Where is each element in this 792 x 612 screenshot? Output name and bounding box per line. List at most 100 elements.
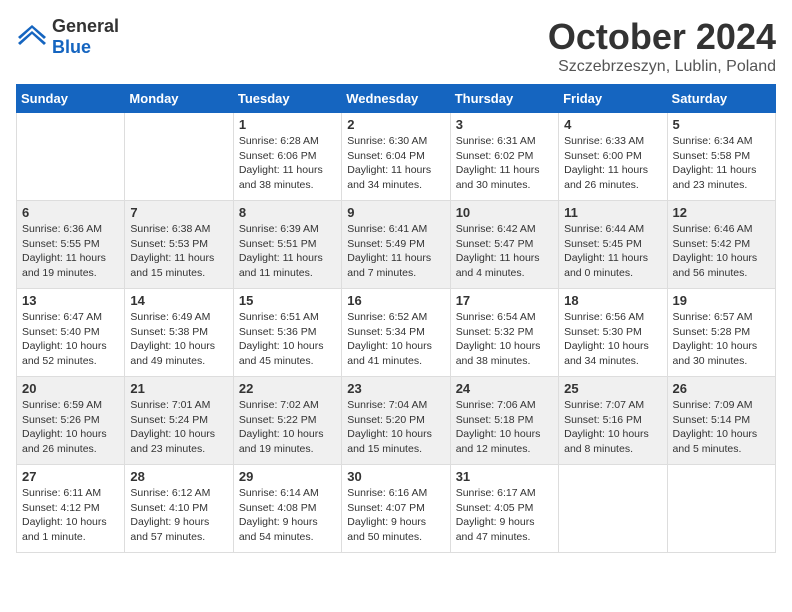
calendar-cell-w3-d5: 17 Sunrise: 6:54 AM Sunset: 5:32 PM Dayli… bbox=[450, 289, 558, 377]
weekday-header-sunday: Sunday bbox=[17, 85, 125, 113]
day-info: Sunrise: 6:31 AM Sunset: 6:02 PM Dayligh… bbox=[456, 134, 553, 193]
calendar-cell-w1-d6: 4 Sunrise: 6:33 AM Sunset: 6:00 PM Daylig… bbox=[559, 113, 667, 201]
day-number: 29 bbox=[239, 469, 336, 484]
calendar-cell-w4-d5: 24Sunrise: 7:06 AM Sunset: 5:18 PM Dayli… bbox=[450, 377, 558, 465]
day-info: Sunrise: 6:36 AM Sunset: 5:55 PM Dayligh… bbox=[22, 222, 119, 281]
calendar-cell-w4-d4: 23 Sunrise: 7:04 AM Sunset: 5:20 PM Dayli… bbox=[342, 377, 450, 465]
day-info: Sunrise: 6:56 AM Sunset: 5:30 PM Dayligh… bbox=[564, 310, 661, 369]
day-info: Sunrise: 6:52 AM Sunset: 5:34 PM Dayligh… bbox=[347, 310, 444, 369]
calendar-cell-w4-d2: 21Sunrise: 7:01 AM Sunset: 5:24 PM Dayli… bbox=[125, 377, 233, 465]
logo-general-text: General bbox=[52, 16, 119, 36]
day-number: 1 bbox=[239, 117, 336, 132]
logo-blue-text: Blue bbox=[52, 37, 91, 57]
day-info: Sunrise: 6:42 AM Sunset: 5:47 PM Dayligh… bbox=[456, 222, 553, 281]
day-number: 13 bbox=[22, 293, 119, 308]
week-row-4: 20Sunrise: 6:59 AM Sunset: 5:26 PM Dayli… bbox=[17, 377, 776, 465]
weekday-header-tuesday: Tuesday bbox=[233, 85, 341, 113]
calendar-cell-w4-d7: 26 Sunrise: 7:09 AM Sunset: 5:14 PM Dayli… bbox=[667, 377, 775, 465]
day-number: 28 bbox=[130, 469, 227, 484]
calendar-cell-w2-d5: 10 Sunrise: 6:42 AM Sunset: 5:47 PM Dayli… bbox=[450, 201, 558, 289]
day-number: 15 bbox=[239, 293, 336, 308]
calendar-cell-w5-d2: 28 Sunrise: 6:12 AM Sunset: 4:10 PM Dayli… bbox=[125, 465, 233, 553]
day-info: Sunrise: 6:47 AM Sunset: 5:40 PM Dayligh… bbox=[22, 310, 119, 369]
location-title: Szczebrzeszyn, Lublin, Poland bbox=[548, 58, 776, 76]
day-number: 9 bbox=[347, 205, 444, 220]
calendar-cell-w5-d5: 31Sunrise: 6:17 AM Sunset: 4:05 PM Dayli… bbox=[450, 465, 558, 553]
day-number: 26 bbox=[673, 381, 770, 396]
weekday-header-row: SundayMondayTuesdayWednesdayThursdayFrid… bbox=[17, 85, 776, 113]
day-info: Sunrise: 6:38 AM Sunset: 5:53 PM Dayligh… bbox=[130, 222, 227, 281]
calendar-cell-w1-d2 bbox=[125, 113, 233, 201]
day-number: 10 bbox=[456, 205, 553, 220]
day-info: Sunrise: 7:09 AM Sunset: 5:14 PM Dayligh… bbox=[673, 398, 770, 457]
week-row-2: 6 Sunrise: 6:36 AM Sunset: 5:55 PM Daylig… bbox=[17, 201, 776, 289]
day-number: 6 bbox=[22, 205, 119, 220]
calendar-cell-w1-d5: 3Sunrise: 6:31 AM Sunset: 6:02 PM Daylig… bbox=[450, 113, 558, 201]
day-info: Sunrise: 7:02 AM Sunset: 5:22 PM Dayligh… bbox=[239, 398, 336, 457]
weekday-header-wednesday: Wednesday bbox=[342, 85, 450, 113]
day-number: 31 bbox=[456, 469, 553, 484]
calendar-cell-w4-d1: 20Sunrise: 6:59 AM Sunset: 5:26 PM Dayli… bbox=[17, 377, 125, 465]
weekday-header-thursday: Thursday bbox=[450, 85, 558, 113]
calendar-cell-w5-d1: 27 Sunrise: 6:11 AM Sunset: 4:12 PM Dayli… bbox=[17, 465, 125, 553]
calendar-cell-w2-d1: 6 Sunrise: 6:36 AM Sunset: 5:55 PM Daylig… bbox=[17, 201, 125, 289]
calendar-cell-w1-d3: 1 Sunrise: 6:28 AM Sunset: 6:06 PM Daylig… bbox=[233, 113, 341, 201]
calendar-cell-w3-d7: 19Sunrise: 6:57 AM Sunset: 5:28 PM Dayli… bbox=[667, 289, 775, 377]
week-row-1: 1 Sunrise: 6:28 AM Sunset: 6:06 PM Daylig… bbox=[17, 113, 776, 201]
week-row-3: 13 Sunrise: 6:47 AM Sunset: 5:40 PM Dayli… bbox=[17, 289, 776, 377]
day-info: Sunrise: 6:49 AM Sunset: 5:38 PM Dayligh… bbox=[130, 310, 227, 369]
calendar-cell-w3-d1: 13 Sunrise: 6:47 AM Sunset: 5:40 PM Dayli… bbox=[17, 289, 125, 377]
calendar-table: SundayMondayTuesdayWednesdayThursdayFrid… bbox=[16, 84, 776, 553]
day-number: 25 bbox=[564, 381, 661, 396]
calendar-cell-w2-d7: 12 Sunrise: 6:46 AM Sunset: 5:42 PM Dayli… bbox=[667, 201, 775, 289]
day-info: Sunrise: 6:34 AM Sunset: 5:58 PM Dayligh… bbox=[673, 134, 770, 193]
day-number: 27 bbox=[22, 469, 119, 484]
day-info: Sunrise: 6:46 AM Sunset: 5:42 PM Dayligh… bbox=[673, 222, 770, 281]
logo-icon bbox=[16, 23, 48, 51]
day-info: Sunrise: 6:33 AM Sunset: 6:00 PM Dayligh… bbox=[564, 134, 661, 193]
day-number: 12 bbox=[673, 205, 770, 220]
page-header: General Blue October 2024 Szczebrzeszyn,… bbox=[16, 16, 776, 76]
calendar-cell-w1-d1 bbox=[17, 113, 125, 201]
day-info: Sunrise: 6:51 AM Sunset: 5:36 PM Dayligh… bbox=[239, 310, 336, 369]
day-number: 7 bbox=[130, 205, 227, 220]
day-number: 30 bbox=[347, 469, 444, 484]
day-number: 8 bbox=[239, 205, 336, 220]
day-number: 18 bbox=[564, 293, 661, 308]
week-row-5: 27 Sunrise: 6:11 AM Sunset: 4:12 PM Dayli… bbox=[17, 465, 776, 553]
day-info: Sunrise: 6:41 AM Sunset: 5:49 PM Dayligh… bbox=[347, 222, 444, 281]
calendar-cell-w2-d6: 11 Sunrise: 6:44 AM Sunset: 5:45 PM Dayli… bbox=[559, 201, 667, 289]
calendar-cell-w3-d2: 14Sunrise: 6:49 AM Sunset: 5:38 PM Dayli… bbox=[125, 289, 233, 377]
day-number: 2 bbox=[347, 117, 444, 132]
weekday-header-friday: Friday bbox=[559, 85, 667, 113]
calendar-cell-w5-d6 bbox=[559, 465, 667, 553]
day-number: 4 bbox=[564, 117, 661, 132]
day-info: Sunrise: 6:28 AM Sunset: 6:06 PM Dayligh… bbox=[239, 134, 336, 193]
calendar-cell-w4-d6: 25 Sunrise: 7:07 AM Sunset: 5:16 PM Dayli… bbox=[559, 377, 667, 465]
day-info: Sunrise: 7:01 AM Sunset: 5:24 PM Dayligh… bbox=[130, 398, 227, 457]
logo: General Blue bbox=[16, 16, 119, 58]
day-info: Sunrise: 6:16 AM Sunset: 4:07 PM Dayligh… bbox=[347, 486, 444, 545]
day-number: 5 bbox=[673, 117, 770, 132]
day-number: 24 bbox=[456, 381, 553, 396]
day-info: Sunrise: 6:11 AM Sunset: 4:12 PM Dayligh… bbox=[22, 486, 119, 545]
day-info: Sunrise: 7:04 AM Sunset: 5:20 PM Dayligh… bbox=[347, 398, 444, 457]
day-number: 19 bbox=[673, 293, 770, 308]
day-number: 17 bbox=[456, 293, 553, 308]
day-number: 16 bbox=[347, 293, 444, 308]
calendar-cell-w1-d7: 5 Sunrise: 6:34 AM Sunset: 5:58 PM Daylig… bbox=[667, 113, 775, 201]
calendar-cell-w3-d6: 18 Sunrise: 6:56 AM Sunset: 5:30 PM Dayli… bbox=[559, 289, 667, 377]
day-info: Sunrise: 6:54 AM Sunset: 5:32 PM Dayligh… bbox=[456, 310, 553, 369]
weekday-header-saturday: Saturday bbox=[667, 85, 775, 113]
calendar-cell-w2-d2: 7 Sunrise: 6:38 AM Sunset: 5:53 PM Daylig… bbox=[125, 201, 233, 289]
day-number: 23 bbox=[347, 381, 444, 396]
day-number: 11 bbox=[564, 205, 661, 220]
day-info: Sunrise: 6:12 AM Sunset: 4:10 PM Dayligh… bbox=[130, 486, 227, 545]
day-info: Sunrise: 6:30 AM Sunset: 6:04 PM Dayligh… bbox=[347, 134, 444, 193]
day-info: Sunrise: 7:07 AM Sunset: 5:16 PM Dayligh… bbox=[564, 398, 661, 457]
day-number: 20 bbox=[22, 381, 119, 396]
calendar-cell-w4-d3: 22Sunrise: 7:02 AM Sunset: 5:22 PM Dayli… bbox=[233, 377, 341, 465]
day-info: Sunrise: 6:44 AM Sunset: 5:45 PM Dayligh… bbox=[564, 222, 661, 281]
calendar-cell-w2-d4: 9 Sunrise: 6:41 AM Sunset: 5:49 PM Daylig… bbox=[342, 201, 450, 289]
day-info: Sunrise: 6:14 AM Sunset: 4:08 PM Dayligh… bbox=[239, 486, 336, 545]
